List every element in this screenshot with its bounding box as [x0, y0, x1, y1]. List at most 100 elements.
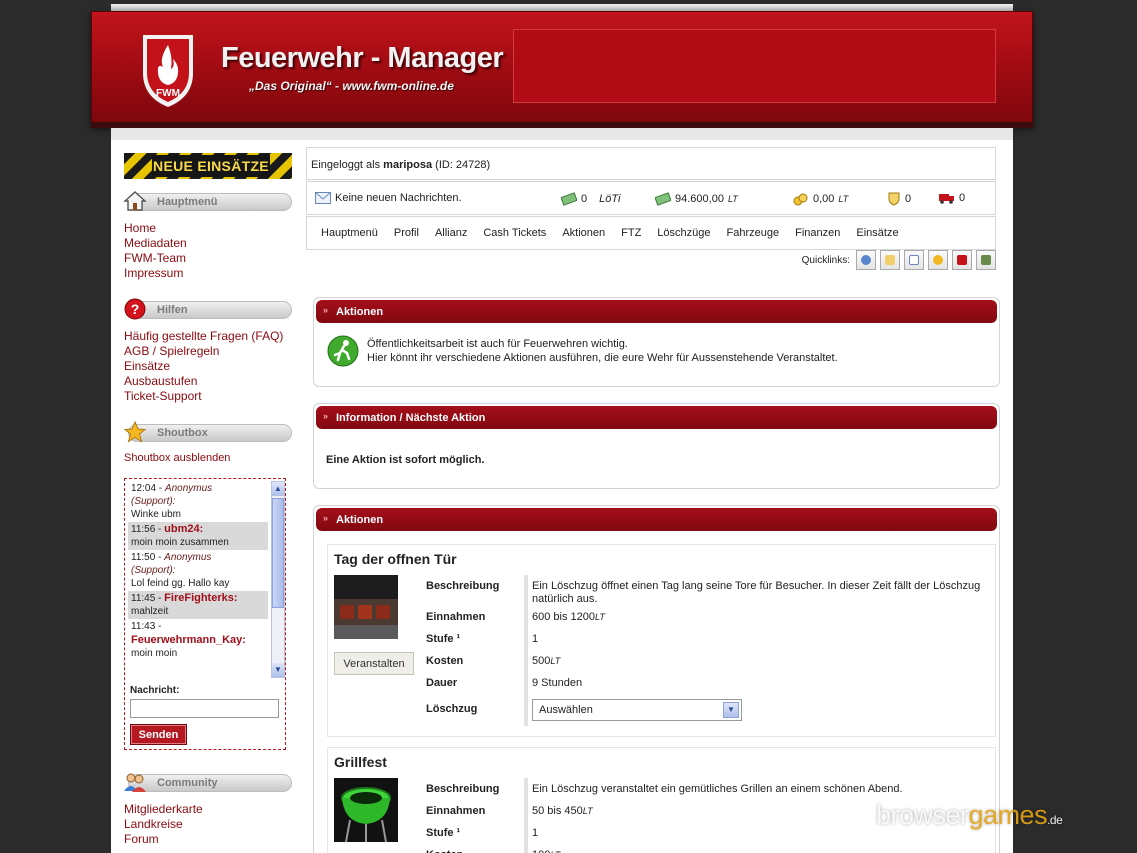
sidebar-link-einsaetze[interactable]: Einsätze — [124, 359, 292, 374]
shout-message: 12:04 - Anonymus (Support): Winke ubm — [131, 483, 213, 520]
hauptmenu-links: Home Mediadaten FWM-Team Impressum — [124, 221, 292, 281]
shoutbox-scrollbar[interactable]: ▲ ▼ — [271, 481, 285, 678]
site-subtitle: „Das Original“ - www.fwm-online.de — [249, 79, 454, 93]
shoutbox: 12:04 - Anonymus (Support): Winke ubm 11… — [124, 478, 286, 750]
open-day-image — [334, 575, 398, 639]
sidebar-link-faq[interactable]: Häufig gestellte Fragen (FAQ) — [124, 329, 292, 344]
quicklink-euro-icon[interactable] — [928, 250, 948, 270]
shout-user[interactable]: Feuerwehrmann_Kay: — [131, 634, 265, 647]
shoutbox-hide-link[interactable]: Shoutbox ausblenden — [124, 452, 292, 464]
shield-icon — [888, 192, 900, 206]
double-arrow-icon: » — [323, 305, 329, 315]
shout-message: 11:43 - Feuerwehrmann_Kay: moin moin — [128, 619, 268, 661]
action-card: Tag der offnen Tür Veranstalten Beschrei… — [327, 544, 996, 737]
loeschzug-select[interactable]: Auswählen ▼ — [532, 699, 742, 721]
nav-profil[interactable]: Profil — [394, 227, 419, 239]
login-status-bar: Eingeloggt als mariposa (ID: 24728) — [306, 147, 996, 180]
quicklink-calendar-icon[interactable] — [904, 250, 924, 270]
truck-status[interactable]: 0 — [939, 192, 965, 204]
nav-aktionen[interactable]: Aktionen — [562, 227, 605, 239]
message-label: Nachricht: — [130, 685, 180, 696]
double-arrow-icon: » — [323, 411, 329, 421]
sidebar-heading-hilfen: ? Hilfen — [124, 298, 292, 320]
sidebar-link-home[interactable]: Home — [124, 221, 292, 236]
coins-status[interactable]: 0,00 LT — [793, 192, 848, 206]
action-title: Tag der offnen Tür — [334, 551, 457, 567]
hilfen-links: Häufig gestellte Fragen (FAQ) AGB / Spie… — [124, 329, 292, 404]
envelope-icon — [315, 192, 331, 204]
shout-user[interactable]: Anonymus — [164, 552, 211, 563]
sidebar-heading-community: Community — [124, 773, 292, 792]
main-content: Eingeloggt als mariposa (ID: 24728) Kein… — [306, 147, 1000, 853]
action-details: Beschreibung Ein Löschzug öffnet einen Ta… — [420, 575, 984, 726]
neue-einsaetze-banner[interactable]: NEUE EINSÄTZE — [124, 153, 292, 179]
sidebar-link-forum[interactable]: Forum — [124, 832, 292, 847]
chevron-down-icon[interactable]: ▼ — [723, 702, 739, 718]
shout-list: 12:04 - Anonymus (Support): Winke ubm 11… — [128, 481, 268, 678]
nav-ftz[interactable]: FTZ — [621, 227, 641, 239]
runner-icon — [327, 335, 359, 367]
sidebar-link-mitgliederkarte[interactable]: Mitgliederkarte — [124, 802, 292, 817]
username[interactable]: mariposa — [383, 159, 432, 171]
coins-icon — [793, 193, 808, 206]
panel-header: » Aktionen — [316, 300, 997, 323]
main-nav: Hauptmenü Profil Allianz Cash Tickets Ak… — [306, 216, 996, 250]
nav-fahrzeuge[interactable]: Fahrzeuge — [727, 227, 780, 239]
shout-user[interactable]: Anonymus — [165, 483, 212, 494]
grill-image — [334, 778, 398, 842]
panel-header: » Aktionen — [316, 508, 997, 531]
svg-text:FWM: FWM — [156, 88, 180, 99]
sidebar-link-ausbaustufen[interactable]: Ausbaustufen — [124, 374, 292, 389]
cash-icon — [561, 192, 577, 206]
messages-status[interactable]: Keine neuen Nachrichten. — [315, 192, 462, 204]
community-icon — [124, 773, 146, 792]
scroll-up-icon[interactable]: ▲ — [272, 482, 284, 496]
fwm-logo[interactable]: FWM — [139, 29, 197, 109]
scroll-down-icon[interactable]: ▼ — [272, 663, 284, 677]
sidebar-link-impressum[interactable]: Impressum — [124, 266, 292, 281]
scroll-thumb[interactable] — [272, 498, 284, 608]
page-body: NEUE EINSÄTZE Hauptmenü Home Mediadaten … — [111, 128, 1013, 853]
site-header: FWM Feuerwehr - Manager „Das Original“ -… — [91, 11, 1033, 126]
nav-allianz[interactable]: Allianz — [435, 227, 467, 239]
quicklink-profile-icon[interactable] — [856, 250, 876, 270]
nav-hauptmenu[interactable]: Hauptmenü — [321, 227, 378, 239]
sidebar-link-fwm-team[interactable]: FWM-Team — [124, 251, 292, 266]
sidebar-link-agb[interactable]: AGB / Spielregeln — [124, 344, 292, 359]
quicklink-mail-icon[interactable] — [880, 250, 900, 270]
double-arrow-icon: » — [323, 513, 329, 523]
message-input[interactable] — [130, 699, 279, 718]
site-title: Feuerwehr - Manager — [221, 42, 504, 74]
sidebar-link-landkreise[interactable]: Landkreise — [124, 817, 292, 832]
send-button[interactable]: Senden — [130, 724, 187, 745]
nav-cash-tickets[interactable]: Cash Tickets — [483, 227, 546, 239]
nav-einsaetze[interactable]: Einsätze — [856, 227, 898, 239]
star-icon — [123, 420, 147, 443]
nav-loeschzuege[interactable]: Löschzüge — [657, 227, 710, 239]
shield-status[interactable]: 0 — [887, 192, 911, 206]
shout-message: 11:45 - FireFighterks: mahlzeit — [128, 591, 268, 619]
shout-message: 11:50 - Anonymus (Support): Lol feind gg… — [131, 552, 230, 589]
svg-text:?: ? — [131, 301, 140, 317]
sidebar-heading-shoutbox: Shoutbox — [123, 420, 292, 443]
money-status[interactable]: 94.600,00 LT — [655, 192, 738, 206]
sidebar-heading-hauptmenu: Hauptmenü — [123, 191, 292, 211]
next-action-text: Eine Aktion ist sofort möglich. — [326, 454, 485, 466]
sidebar-link-mediadaten[interactable]: Mediadaten — [124, 236, 292, 251]
browsergames-watermark: browsergames.de — [876, 800, 1063, 830]
quicklink-truck-icon[interactable] — [952, 250, 972, 270]
help-icon: ? — [124, 298, 146, 320]
ad-banner[interactable] — [513, 29, 996, 103]
sidebar: NEUE EINSÄTZE Hauptmenü Home Mediadaten … — [123, 153, 292, 847]
info-panel: » Information / Nächste Aktion Eine Akti… — [313, 403, 1000, 489]
sidebar-link-ticket-support[interactable]: Ticket-Support — [124, 389, 292, 404]
aktionen-intro-panel: » Aktionen Öffentlichkeitsarbeit ist auc… — [313, 297, 1000, 387]
loeti-status[interactable]: 0 LöTi — [561, 192, 620, 206]
shout-user[interactable]: ubm24 — [164, 523, 199, 535]
quicklink-station-icon[interactable] — [976, 250, 996, 270]
veranstalten-button[interactable]: Veranstalten — [334, 652, 414, 675]
shout-user[interactable]: FireFighterks — [164, 592, 234, 604]
nav-finanzen[interactable]: Finanzen — [795, 227, 840, 239]
cash-icon — [655, 192, 671, 206]
fire-truck-icon — [939, 194, 954, 204]
